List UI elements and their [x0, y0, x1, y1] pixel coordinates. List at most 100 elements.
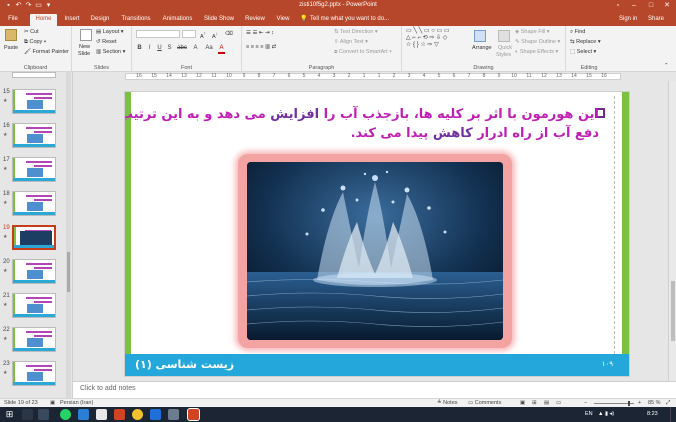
section-button[interactable]: ▥ Section ▾	[96, 48, 125, 56]
share-button[interactable]: Share	[648, 14, 664, 25]
taskbar-app-1[interactable]	[22, 409, 33, 420]
tab-file[interactable]: File	[2, 14, 24, 26]
thumbnail-row[interactable]: 15 ★	[0, 89, 70, 119]
tab-design[interactable]: Design	[88, 14, 112, 26]
thumbnail-image[interactable]	[12, 259, 56, 284]
notes-placeholder[interactable]: Click to add notes	[80, 385, 136, 392]
reset-button[interactable]: ↺ Reset	[96, 38, 117, 46]
thumbnail-image[interactable]	[12, 89, 56, 114]
convert-smartart-button[interactable]: ⧈ Convert to SmartArt ▾	[334, 48, 392, 56]
windows-start-icon[interactable]: ⊞	[4, 409, 15, 420]
thumbnails-scrollbar[interactable]	[66, 72, 71, 398]
tab-home[interactable]: Home	[30, 14, 57, 26]
italic-button[interactable]: I	[146, 44, 153, 52]
thumbnail-image[interactable]	[12, 157, 56, 182]
telegram-icon[interactable]	[78, 409, 89, 420]
thumbnail-partial[interactable]	[12, 72, 56, 78]
tray-icons[interactable]: ▲ ▮ ◂)	[598, 410, 614, 419]
new-slide-icon[interactable]	[80, 29, 92, 41]
bold-button[interactable]: B	[136, 44, 143, 52]
zoom-slider-knob[interactable]	[628, 401, 630, 406]
notes-pane[interactable]: Click to add notes	[73, 381, 676, 398]
clock[interactable]: 8:23	[647, 410, 658, 419]
thumbnail-row[interactable]: 16 ★	[0, 123, 70, 153]
arrange-button[interactable]: Arrange	[472, 44, 492, 52]
minimize-icon[interactable]: –	[626, 0, 642, 11]
thumbnail-image[interactable]	[12, 225, 56, 250]
thumbnails-scroll-knob[interactable]	[67, 252, 70, 292]
tab-insert[interactable]: Insert	[61, 14, 83, 26]
shadow-button[interactable]: S	[166, 44, 173, 52]
taskbar-app-3[interactable]	[96, 409, 107, 420]
replace-button[interactable]: ⇆ Replace ▾	[570, 38, 601, 46]
strikethrough-button[interactable]: abc	[176, 44, 188, 52]
paste-button[interactable]: Paste	[4, 44, 18, 52]
thumbnail-row[interactable]: 19 ★	[0, 225, 70, 255]
align-icons[interactable]: ≡ ≡ ≡ ≡ ▥ ⇄	[246, 43, 276, 51]
keyboard-language[interactable]: EN	[585, 410, 593, 419]
paste-icon[interactable]	[5, 29, 17, 41]
tell-me-box[interactable]: Tell me what you want to do...	[310, 14, 389, 25]
thumbnail-row[interactable]: 22 ★	[0, 327, 70, 357]
show-desktop-button[interactable]	[670, 407, 676, 422]
font-size-box[interactable]	[182, 30, 196, 38]
shape-effects-button[interactable]: ◐ Shape Effects ▾	[515, 48, 558, 56]
collapse-ribbon-icon[interactable]: ⌃	[664, 62, 669, 70]
sign-in-link[interactable]: Sign in	[619, 14, 637, 25]
select-button[interactable]: ⬚ Select ▾	[570, 48, 596, 56]
bullets-icon[interactable]: ☰ ☰ ⇤ ⇥ ↕	[246, 29, 274, 37]
shapes-gallery[interactable]: ▭ ╲ ╲ ▭ ○ ▭ ▭ △ ⌐ ⌐ ⟲ ⇨ ⇩ ◇ ☆ { } ☆ ⇨ ▽	[406, 28, 470, 49]
quick-styles-button-line2[interactable]: Styles	[496, 51, 511, 59]
font-name-box[interactable]	[136, 30, 180, 38]
thumbnail-image[interactable]	[12, 361, 56, 386]
water-splash-image[interactable]	[247, 162, 503, 340]
thumbnail-row[interactable]: 23 ★	[0, 361, 70, 391]
align-text-button[interactable]: ⇳ Align Text ▾	[334, 38, 368, 46]
clear-format-icon[interactable]: ⌫	[225, 30, 233, 38]
shape-outline-button[interactable]: ✎ Shape Outline ▾	[515, 38, 560, 46]
taskbar-app-2[interactable]	[38, 409, 49, 420]
canvas-scroll-knob[interactable]	[671, 281, 675, 341]
thumbnail-image[interactable]	[12, 327, 56, 352]
thumbnail-row[interactable]: 18 ★	[0, 191, 70, 221]
slide-text-line-2[interactable]: دفع آب از راه ادرار کاهش پیدا می کند.	[351, 125, 599, 143]
spacing-button[interactable]: A	[192, 44, 199, 52]
shrink-font-icon[interactable]: A↓	[212, 30, 218, 41]
thumbnail-image[interactable]	[12, 191, 56, 216]
close-icon[interactable]: ✕	[659, 0, 675, 11]
cut-button[interactable]: ✂ Cut	[24, 28, 39, 36]
find-button[interactable]: ⌕ Find	[570, 28, 585, 36]
taskbar-app-4[interactable]	[150, 409, 161, 420]
taskbar-app-5[interactable]	[168, 409, 179, 420]
chrome-icon[interactable]	[132, 409, 143, 420]
tab-animations[interactable]: Animations	[160, 14, 195, 26]
thumbnail-image[interactable]	[12, 293, 56, 318]
tab-view[interactable]: View	[274, 14, 292, 26]
tab-transitions[interactable]: Transitions	[119, 14, 153, 26]
thumbnail-image[interactable]	[12, 123, 56, 148]
current-slide[interactable]: این هورمون با اثر بر کلیه ها، بازجذب آب …	[124, 91, 630, 377]
thumbnail-row[interactable]: 20 ★	[0, 259, 70, 289]
tab-slideshow[interactable]: Slide Show	[203, 14, 235, 26]
thumbnail-row[interactable]: 21 ★	[0, 293, 70, 323]
canvas-scrollbar[interactable]	[668, 81, 676, 381]
powerpoint-icon-1[interactable]	[114, 409, 125, 420]
text-direction-button[interactable]: ⇅ Text Direction ▾	[334, 28, 378, 36]
slide-text-line-1[interactable]: این هورمون با اثر بر کلیه ها، بازجذب آب …	[125, 106, 599, 124]
whatsapp-icon[interactable]	[60, 409, 71, 420]
arrange-icon[interactable]	[474, 30, 486, 42]
powerpoint-icon-active[interactable]	[187, 408, 200, 421]
maximize-icon[interactable]: □	[643, 0, 659, 11]
shape-fill-button[interactable]: ◈ Shape Fill ▾	[515, 28, 550, 36]
font-color-button[interactable]: A	[218, 44, 225, 54]
tab-review[interactable]: Review	[243, 14, 267, 26]
change-case-button[interactable]: Aa	[204, 44, 214, 52]
new-slide-button-line2[interactable]: Slide	[78, 50, 90, 58]
underline-button[interactable]: U	[156, 44, 163, 52]
quick-styles-icon[interactable]	[498, 30, 510, 42]
grow-font-icon[interactable]: A↑	[200, 30, 206, 41]
ribbon-display-icon[interactable]: ▫	[610, 0, 626, 11]
format-painter-button[interactable]: 🖌 Format Painter	[24, 48, 69, 56]
thumbnail-row[interactable]: 17 ★	[0, 157, 70, 187]
copy-button[interactable]: ⧉ Copy ▾	[24, 38, 46, 46]
